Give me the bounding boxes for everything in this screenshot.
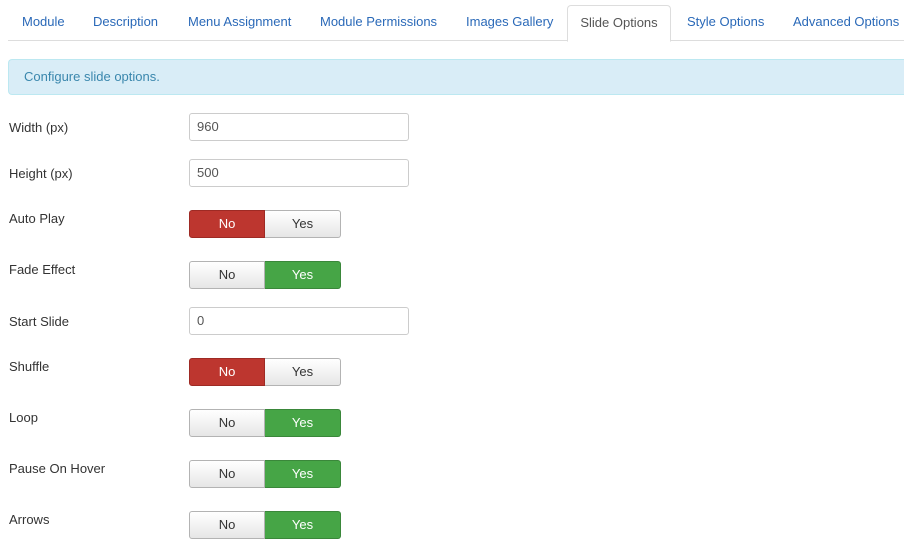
height-label: Height (px) bbox=[9, 166, 73, 181]
fade-effect-no-button[interactable]: No bbox=[189, 261, 265, 289]
pause-on-hover-label: Pause On Hover bbox=[9, 461, 106, 476]
arrows-no-button[interactable]: No bbox=[189, 511, 265, 539]
auto-play-toggle: No Yes bbox=[189, 210, 341, 238]
pause-on-hover-toggle: No Yes bbox=[189, 460, 341, 488]
auto-play-no-button[interactable]: No bbox=[189, 210, 265, 238]
loop-label: Loop bbox=[9, 410, 38, 425]
arrows-yes-button[interactable]: Yes bbox=[265, 511, 341, 539]
pause-on-hover-yes-button[interactable]: Yes bbox=[265, 460, 341, 488]
width-input[interactable]: 960 bbox=[189, 113, 409, 141]
tab-bar: Module Description Menu Assignment Modul… bbox=[8, 5, 904, 42]
width-label: Width (px) bbox=[9, 120, 69, 135]
auto-play-label: Auto Play bbox=[9, 211, 65, 226]
tab-slide-options[interactable]: Slide Options bbox=[567, 5, 671, 42]
shuffle-no-button[interactable]: No bbox=[189, 358, 265, 386]
height-input[interactable]: 500 bbox=[189, 159, 409, 187]
tab-module[interactable]: Module bbox=[22, 5, 65, 41]
loop-toggle: No Yes bbox=[189, 409, 341, 437]
arrows-toggle: No Yes bbox=[189, 511, 341, 539]
pause-on-hover-no-button[interactable]: No bbox=[189, 460, 265, 488]
shuffle-yes-button[interactable]: Yes bbox=[265, 358, 341, 386]
auto-play-yes-button[interactable]: Yes bbox=[265, 210, 341, 238]
shuffle-toggle: No Yes bbox=[189, 358, 341, 386]
fade-effect-toggle: No Yes bbox=[189, 261, 341, 289]
start-slide-input[interactable]: 0 bbox=[189, 307, 409, 335]
tab-module-permissions[interactable]: Module Permissions bbox=[320, 5, 437, 41]
arrows-label: Arrows bbox=[9, 512, 50, 527]
tab-menu-assignment[interactable]: Menu Assignment bbox=[188, 5, 291, 41]
fade-effect-label: Fade Effect bbox=[9, 262, 76, 277]
tab-images-gallery[interactable]: Images Gallery bbox=[466, 5, 553, 41]
tab-description[interactable]: Description bbox=[93, 5, 158, 41]
tab-advanced-options[interactable]: Advanced Options bbox=[793, 5, 899, 41]
loop-yes-button[interactable]: Yes bbox=[265, 409, 341, 437]
info-alert: Configure slide options. bbox=[8, 59, 904, 95]
start-slide-label: Start Slide bbox=[9, 314, 69, 329]
fade-effect-yes-button[interactable]: Yes bbox=[265, 261, 341, 289]
loop-no-button[interactable]: No bbox=[189, 409, 265, 437]
tab-style-options[interactable]: Style Options bbox=[687, 5, 764, 41]
shuffle-label: Shuffle bbox=[9, 359, 50, 374]
